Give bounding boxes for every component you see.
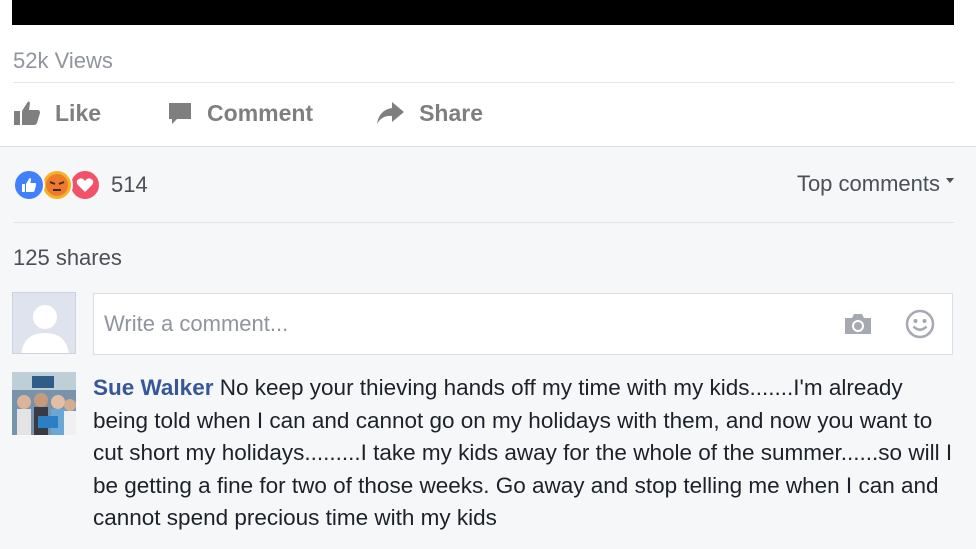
like-reaction-icon bbox=[13, 169, 45, 201]
like-label: Like bbox=[55, 99, 102, 126]
divider bbox=[13, 222, 954, 223]
view-count: 52k Views bbox=[13, 48, 113, 73]
caret-down-icon bbox=[946, 177, 954, 183]
comment-composer[interactable] bbox=[93, 293, 953, 355]
thumbs-up-icon bbox=[14, 101, 40, 125]
smiley-icon[interactable] bbox=[905, 309, 935, 339]
comment-sort-dropdown[interactable]: Top comments bbox=[797, 171, 954, 197]
like-button[interactable]: Like bbox=[13, 100, 101, 127]
profile-photo-image bbox=[12, 372, 76, 435]
share-button[interactable]: Share bbox=[375, 100, 483, 127]
comment-author-link[interactable]: Sue Walker bbox=[93, 375, 213, 400]
commenter-avatar[interactable] bbox=[12, 372, 76, 435]
comment-item: Sue Walker No keep your thieving hands o… bbox=[93, 372, 953, 535]
share-arrow-icon bbox=[377, 102, 405, 124]
comment-button[interactable]: Comment bbox=[167, 100, 313, 127]
video-player[interactable] bbox=[12, 0, 954, 25]
share-label: Share bbox=[419, 99, 484, 126]
comment-bubble-icon bbox=[169, 103, 192, 124]
love-reaction-icon bbox=[69, 169, 101, 201]
comment-text: No keep your thieving hands off my time … bbox=[93, 375, 953, 530]
current-user-avatar bbox=[12, 292, 76, 354]
comment-label: Comment bbox=[207, 99, 314, 126]
angry-reaction-icon bbox=[41, 169, 73, 201]
reaction-count: 514 bbox=[111, 172, 148, 197]
comment-input[interactable] bbox=[104, 308, 804, 340]
reactions-summary[interactable]: 514 bbox=[13, 169, 148, 201]
share-count[interactable]: 125 shares bbox=[13, 245, 122, 271]
comment-sort-label: Top comments bbox=[796, 171, 940, 196]
camera-icon[interactable] bbox=[843, 312, 873, 336]
default-avatar-icon bbox=[13, 293, 75, 353]
post-actions: Like Comment Share bbox=[13, 96, 545, 130]
divider bbox=[13, 82, 954, 83]
